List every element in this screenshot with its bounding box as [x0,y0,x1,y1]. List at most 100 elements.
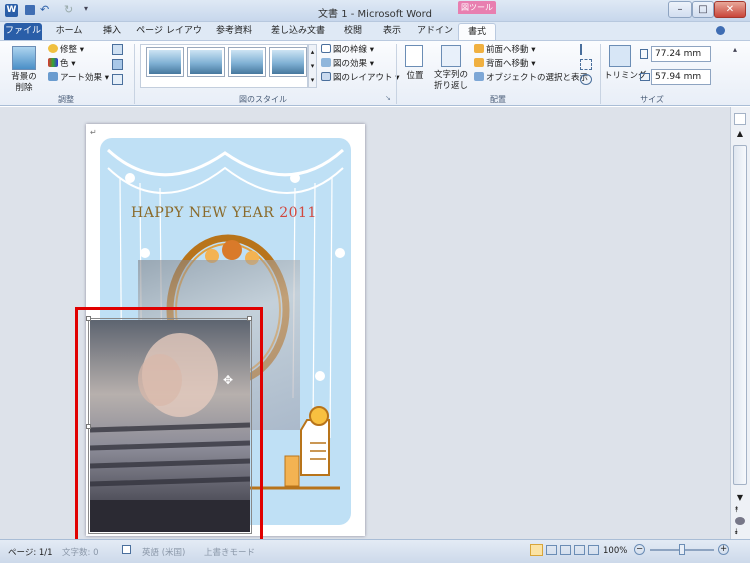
window-title: 文書 1 - Microsoft Word [318,9,432,20]
card-greeting: HAPPY NEW YEAR 2011 [131,205,317,221]
highlight-box [75,307,263,550]
word-count[interactable]: 文字数: 0 [62,546,98,558]
dialog-launcher-icon[interactable]: ↘ [385,94,391,102]
compress-pictures-icon[interactable] [112,44,123,55]
language-indicator[interactable]: 英語 (米国) [142,546,185,558]
artistic-effects-button[interactable]: アート効果 ▾ [48,72,109,84]
effects-label: 図の効果 [333,59,368,69]
tab-review[interactable]: 校閲 [336,23,370,40]
height-field[interactable]: 77.24 mm [651,46,711,62]
layout-icon [321,72,331,81]
group-icon[interactable] [580,59,592,70]
scroll-down-icon[interactable]: ▼ [734,493,746,503]
position-button[interactable]: 位置 [402,71,428,82]
corrections-label: 修整 [60,45,78,55]
ribbon: 背景の 削除 修整 ▾ 色 ▾ アート効果 ▾ 調整 ▴ ▾ ▾ 図の枠線 ▾ 図の効… [0,40,750,106]
group-label-adjust: 調整 [58,95,74,104]
group-separator [134,44,135,104]
wrap-text-icon[interactable] [441,45,461,67]
zoom-out-icon[interactable]: − [634,544,645,555]
effects-icon [321,58,331,67]
outline-view-icon[interactable] [574,545,585,555]
prev-page-icon[interactable]: ⯭ [734,505,739,515]
draft-view-icon[interactable] [588,545,599,555]
reading-view-icon[interactable] [546,545,557,555]
bring-forward-label: 前面へ移動 [486,45,529,55]
crop-button[interactable]: トリミング [604,71,647,82]
browse-object-icon[interactable] [735,517,745,525]
print-layout-view-icon[interactable] [530,544,543,556]
remove-bg-label-2: 削除 [15,83,33,93]
style-thumb-1[interactable] [146,47,184,77]
picture-tools-label: 図ツール [458,1,496,14]
selection-pane-button[interactable]: オブジェクトの選択と表示 [474,72,588,84]
width-field[interactable]: 57.94 mm [651,69,711,85]
minimize-button[interactable]: – [668,1,692,18]
remove-background-button[interactable]: 背景の 削除 [8,72,40,94]
crop-icon[interactable] [609,45,631,67]
position-icon[interactable] [405,45,423,67]
color-icon [48,58,58,67]
bring-forward-icon [474,44,484,53]
group-label-size: サイズ [640,95,664,104]
scroll-thumb[interactable] [733,145,747,485]
remove-bg-label-1: 背景の [11,72,37,82]
greeting-year: 2011 [279,205,317,221]
collapse-ribbon-icon[interactable]: ▴ [733,45,737,54]
group-separator [600,44,601,104]
page-count[interactable]: ページ: 1/1 [8,546,53,558]
gallery-scroll[interactable]: ▴ ▾ ▾ [308,44,317,88]
zoom-slider-thumb[interactable] [679,544,685,555]
tab-file[interactable]: ファイル [4,23,42,40]
corrections-button[interactable]: 修整 ▾ [48,44,84,56]
tab-home[interactable]: ホーム [46,23,92,40]
picture-border-button[interactable]: 図の枠線 ▾ [321,44,374,56]
status-bar: ページ: 1/1 文字数: 0 英語 (米国) 上書きモード 100% − + [0,539,750,563]
tab-insert[interactable]: 挿入 [94,23,130,40]
tab-mailings[interactable]: 差し込み文書 [262,23,334,40]
tab-addins[interactable]: アドイン [414,23,456,40]
tab-view[interactable]: 表示 [372,23,412,40]
greeting-text: HAPPY NEW YEAR [131,205,275,221]
width-icon [640,73,650,81]
help-icon[interactable] [716,26,725,35]
wrap-text-button[interactable]: 文字列の 折り返し [432,70,470,92]
border-label: 図の枠線 [333,45,368,55]
maximize-button[interactable]: □ [692,1,714,18]
style-thumb-2[interactable] [187,47,225,77]
tab-format[interactable]: 書式 [458,23,496,40]
style-thumb-3[interactable] [228,47,266,77]
group-label-arrange: 配置 [490,95,506,104]
paragraph-mark: ↵ [90,128,97,137]
send-backward-label: 背面へ移動 [486,59,529,69]
scroll-up-icon[interactable]: ▲ [734,129,746,141]
color-button[interactable]: 色 ▾ [48,58,75,70]
artistic-label: アート効果 [60,73,102,83]
picture-effects-button[interactable]: 図の効果 ▾ [321,58,374,70]
sun-icon [48,44,58,53]
style-thumb-4[interactable] [269,47,307,77]
zoom-in-icon[interactable]: + [718,544,729,555]
tab-page-layout[interactable]: ページ レイアウト [132,23,206,53]
selection-pane-icon [474,72,484,81]
layout-label: 図のレイアウト [333,73,393,83]
web-layout-view-icon[interactable] [560,545,571,555]
proofing-icon[interactable] [122,545,131,554]
rotate-icon[interactable] [580,74,592,85]
picture-layout-button[interactable]: 図のレイアウト ▾ [321,72,399,84]
bring-forward-button[interactable]: 前面へ移動 ▾ [474,44,535,56]
change-picture-icon[interactable] [112,59,123,70]
send-backward-button[interactable]: 背面へ移動 ▾ [474,58,535,70]
reset-picture-icon[interactable] [112,74,123,85]
group-label-picture-styles: 図のスタイル [239,95,287,104]
overtype-mode[interactable]: 上書きモード [204,546,255,558]
vertical-scrollbar[interactable]: ▲ ▼ ⯭ ⯯ [730,107,750,539]
selection-pane-label: オブジェクトの選択と表示 [486,73,589,83]
next-page-icon[interactable]: ⯯ [734,527,739,537]
tab-references[interactable]: 参考資料 [208,23,260,40]
zoom-level[interactable]: 100% [603,546,627,556]
align-icon[interactable] [580,44,592,55]
remove-background-icon[interactable] [12,46,36,70]
ruler-toggle-icon[interactable] [734,113,746,125]
close-button[interactable]: ✕ [714,1,746,18]
